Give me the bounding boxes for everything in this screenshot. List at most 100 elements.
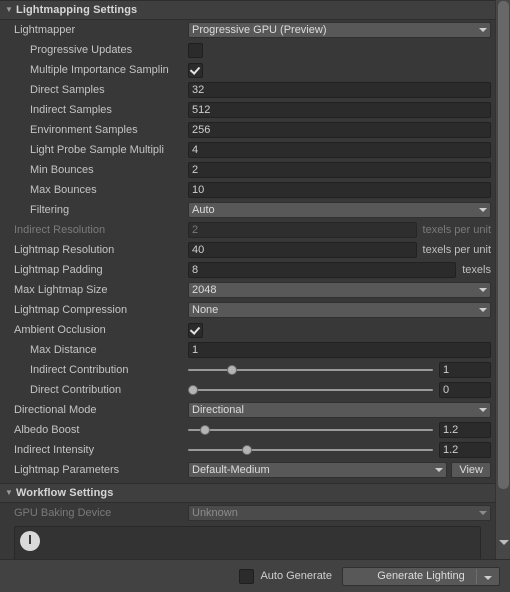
label-indirect-intensity: Indirect Intensity	[14, 444, 95, 456]
input-light-probe-sample-multiplier[interactable]: 4	[188, 142, 491, 158]
field-area: Unknown	[188, 505, 491, 521]
row-lightmapper: Lightmapper Progressive GPU (Preview)	[0, 20, 495, 40]
checkbox-progressive-updates[interactable]	[188, 42, 203, 58]
chevron-down-icon[interactable]: ▼	[2, 6, 16, 14]
label-gpu-baking-device: GPU Baking Device	[14, 507, 112, 519]
slider-handle[interactable]	[241, 445, 252, 455]
field-area: Auto	[188, 202, 491, 218]
field-area: 1	[188, 342, 491, 358]
input-direct-samples[interactable]: 32	[188, 82, 491, 98]
label-multiple-importance-sampling: Multiple Importance Samplin	[30, 64, 169, 76]
dropdown-lightmap-compression[interactable]: None	[188, 302, 491, 318]
field-area: 1.2	[188, 442, 491, 458]
input-max-distance[interactable]: 1	[188, 342, 491, 358]
chevron-down-icon[interactable]	[499, 540, 509, 545]
warning-helpbox	[14, 526, 481, 559]
input-lightmap-resolution[interactable]: 40	[188, 242, 417, 258]
input-lightmap-padding[interactable]: 8	[188, 262, 457, 278]
slider-handle[interactable]	[187, 385, 198, 395]
vertical-scrollbar[interactable]	[495, 0, 510, 559]
field-area: None	[188, 302, 491, 318]
row-gpu-baking-device: GPU Baking Device Unknown	[0, 503, 495, 523]
section-header-workflow-settings[interactable]: ▼ Workflow Settings	[0, 483, 495, 503]
scrollbar-thumb[interactable]	[498, 1, 509, 489]
label-max-lightmap-size: Max Lightmap Size	[14, 284, 108, 296]
row-direct-contribution: Direct Contribution 0	[0, 380, 495, 400]
field-area: 0	[187, 382, 491, 398]
field-area: 8 texels	[188, 260, 491, 280]
bottom-toolbar: Auto Generate Generate Lighting	[0, 559, 510, 592]
chevron-down-icon[interactable]	[484, 575, 492, 580]
row-indirect-intensity: Indirect Intensity 1.2	[0, 440, 495, 460]
row-lightmap-padding: Lightmap Padding 8 texels	[0, 260, 495, 280]
suffix-lightmap-resolution: texels per unit	[422, 244, 491, 256]
label-indirect-resolution: Indirect Resolution	[14, 224, 106, 236]
input-indirect-contribution[interactable]: 1	[439, 362, 491, 378]
label-direct-samples: Direct Samples	[30, 84, 105, 96]
row-directional-mode: Directional Mode Directional	[0, 400, 495, 420]
input-indirect-resolution: 2	[188, 222, 417, 238]
dropdown-directional-mode[interactable]: Directional	[188, 402, 491, 418]
settings-scroll-area[interactable]: ▼ Lightmapping Settings Lightmapper Prog…	[0, 0, 495, 559]
generate-lighting-button[interactable]: Generate Lighting	[342, 566, 500, 586]
field-area	[188, 42, 491, 58]
dropdown-filtering[interactable]: Auto	[188, 202, 491, 218]
slider-handle[interactable]	[200, 425, 211, 435]
row-max-distance: Max Distance 1	[0, 340, 495, 360]
input-albedo-boost[interactable]: 1.2	[439, 422, 491, 438]
field-area: Progressive GPU (Preview)	[188, 22, 491, 38]
label-albedo-boost: Albedo Boost	[14, 424, 80, 436]
slider-track	[188, 449, 433, 451]
slider-direct-contribution[interactable]	[187, 382, 433, 398]
dropdown-lightmap-parameters[interactable]: Default-Medium	[188, 462, 448, 478]
warning-icon	[20, 531, 40, 551]
field-area: 2 texels per unit	[188, 220, 491, 240]
input-max-bounces[interactable]: 10	[188, 182, 491, 198]
generate-lighting-label: Generate Lighting	[377, 570, 465, 582]
label-directional-mode: Directional Mode	[14, 404, 97, 416]
input-min-bounces[interactable]: 2	[188, 162, 491, 178]
label-indirect-samples: Indirect Samples	[30, 104, 112, 116]
chevron-down-icon	[479, 511, 487, 515]
checkbox-ambient-occlusion[interactable]	[188, 322, 203, 338]
row-filtering: Filtering Auto	[0, 200, 495, 220]
input-environment-samples[interactable]: 256	[188, 122, 491, 138]
section-title: Lightmapping Settings	[16, 4, 138, 16]
row-max-bounces: Max Bounces 10	[0, 180, 495, 200]
chevron-down-icon	[435, 468, 444, 472]
row-ambient-occlusion: Ambient Occlusion	[0, 320, 495, 340]
auto-generate-group[interactable]: Auto Generate	[239, 568, 332, 584]
section-header-lightmapping-settings[interactable]: ▼ Lightmapping Settings	[0, 0, 495, 20]
row-multiple-importance-sampling: Multiple Importance Samplin	[0, 60, 495, 80]
section-title: Workflow Settings	[16, 487, 114, 499]
dropdown-value: 2048	[192, 283, 217, 296]
input-indirect-samples[interactable]: 512	[188, 102, 491, 118]
row-lightmap-compression: Lightmap Compression None	[0, 300, 495, 320]
dropdown-max-lightmap-size[interactable]: 2048	[188, 282, 491, 298]
input-indirect-intensity[interactable]: 1.2	[439, 442, 491, 458]
label-environment-samples: Environment Samples	[30, 124, 138, 136]
checkbox-auto-generate[interactable]	[239, 568, 255, 584]
slider-handle[interactable]	[227, 365, 238, 375]
row-indirect-samples: Indirect Samples 512	[0, 100, 495, 120]
chevron-down-icon	[479, 28, 487, 32]
slider-indirect-intensity[interactable]	[188, 442, 433, 458]
label-min-bounces: Min Bounces	[30, 164, 94, 176]
label-indirect-contribution: Indirect Contribution	[30, 364, 129, 376]
chevron-down-icon	[479, 308, 487, 312]
slider-albedo-boost[interactable]	[188, 422, 433, 438]
dropdown-gpu-baking-device: Unknown	[188, 505, 491, 521]
dropdown-value: Unknown	[192, 506, 238, 519]
field-area: Default-Medium View	[188, 462, 491, 478]
row-direct-samples: Direct Samples 32	[0, 80, 495, 100]
input-direct-contribution[interactable]: 0	[439, 382, 491, 398]
slider-indirect-contribution[interactable]	[188, 362, 433, 378]
dropdown-lightmapper[interactable]: Progressive GPU (Preview)	[188, 22, 491, 38]
checkbox-multiple-importance-sampling[interactable]	[188, 62, 203, 78]
dropdown-value: Auto	[192, 203, 215, 216]
view-button[interactable]: View	[451, 462, 491, 478]
field-area: 4	[188, 142, 491, 158]
label-filtering: Filtering	[30, 204, 70, 216]
chevron-down-icon[interactable]: ▼	[2, 489, 16, 497]
top-divider	[0, 0, 495, 1]
